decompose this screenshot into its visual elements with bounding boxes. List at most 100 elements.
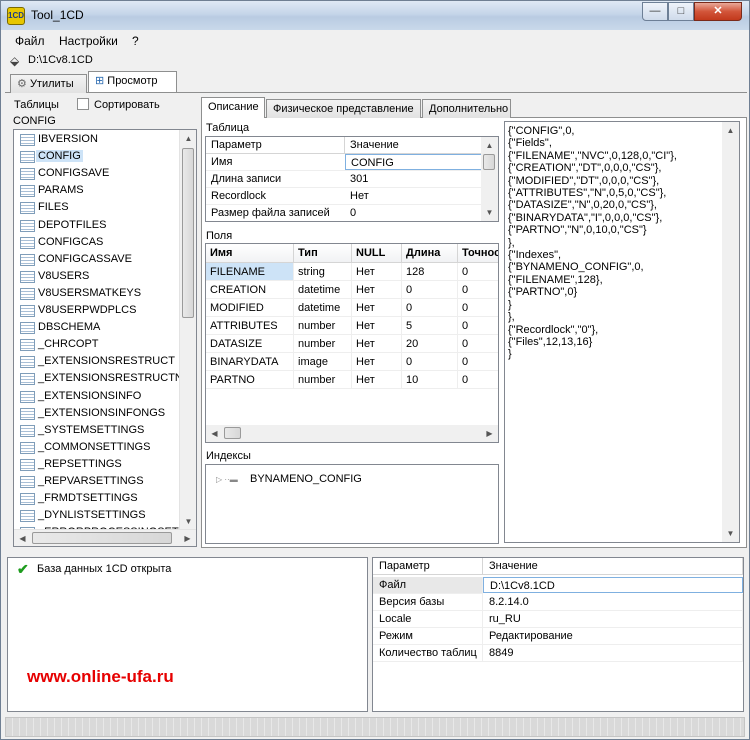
description-vertical-scrollbar[interactable]: ▲ ▼ xyxy=(722,122,739,542)
table-row[interactable]: Количество таблиц 8849 xyxy=(373,645,743,662)
table-list-item[interactable]: _FRMDTSETTINGS xyxy=(19,490,181,507)
fields-grid[interactable]: Имя Тип NULL Длина Точнос FILENAME string… xyxy=(205,243,499,443)
value-cell[interactable]: Нет xyxy=(345,188,482,205)
index-item[interactable]: BYNAMENO_CONFIG xyxy=(250,473,362,485)
tables-vscroll-thumb[interactable] xyxy=(182,148,194,318)
tables-vertical-scrollbar[interactable]: ▲ ▼ xyxy=(179,130,196,530)
tables-list[interactable]: IBVERSION CONFIG CONFIGSAVE PARAMS FILES DEPO… xyxy=(13,129,197,547)
table-list-item[interactable]: IBVERSION xyxy=(19,131,181,148)
scroll-up-icon[interactable]: ▲ xyxy=(481,137,498,154)
table-list-item[interactable]: _EXTENSIONSINFO xyxy=(19,388,181,405)
table-row[interactable]: Длина записи 301 xyxy=(206,171,482,188)
table-row[interactable]: ATTRIBUTES number Нет 5 0 xyxy=(206,317,498,335)
props-vscroll-thumb[interactable] xyxy=(483,154,495,170)
scroll-right-icon[interactable]: ▶ xyxy=(179,530,196,546)
table-row[interactable]: DATASIZE number Нет 20 0 xyxy=(206,335,498,353)
info-value-cell[interactable]: D:\1Cv8.1CD xyxy=(483,577,743,593)
value-cell[interactable]: 301 xyxy=(345,171,482,188)
table-list-item[interactable]: CONFIGCASSAVE xyxy=(19,251,181,268)
table-row[interactable]: CREATION datetime Нет 0 0 xyxy=(206,281,498,299)
tables-hscroll-thumb[interactable] xyxy=(32,532,172,544)
scroll-down-icon[interactable]: ▼ xyxy=(180,513,196,530)
maximize-button[interactable]: □ xyxy=(668,2,694,21)
info-value-cell[interactable]: 8.2.14.0 xyxy=(483,594,743,611)
table-row[interactable]: Recordlock Нет xyxy=(206,188,482,205)
table-list-item[interactable]: _COMMONSETTINGS xyxy=(19,439,181,456)
fields-header-length[interactable]: Длина xyxy=(402,244,458,263)
scroll-left-icon[interactable]: ◀ xyxy=(14,530,31,546)
table-list-item[interactable]: _REPSETTINGS xyxy=(19,456,181,473)
value-cell[interactable]: CONFIG xyxy=(345,154,482,170)
field-null-cell: Нет xyxy=(352,299,402,317)
table-row[interactable]: Размер файла записей 0 xyxy=(206,205,482,221)
fields-header-null[interactable]: NULL xyxy=(352,244,402,263)
table-row[interactable]: Имя CONFIG xyxy=(206,154,482,171)
table-list-item[interactable]: _EXTENSIONSRESTRUCTN xyxy=(19,370,183,387)
tab-description[interactable]: Описание xyxy=(201,97,265,118)
table-row[interactable]: Версия базы 8.2.14.0 xyxy=(373,594,743,611)
table-row[interactable]: Режим Редактирование xyxy=(373,628,743,645)
tab-physical[interactable]: Физическое представление xyxy=(266,99,421,118)
info-value-cell[interactable]: 8849 xyxy=(483,645,743,662)
table-list-item[interactable]: _DYNLISTSETTINGS xyxy=(19,507,181,524)
table-list-item[interactable]: _SYSTEMSETTINGS xyxy=(19,422,181,439)
scroll-down-icon[interactable]: ▼ xyxy=(481,204,498,221)
tab-extra[interactable]: Дополнительно xyxy=(422,99,511,118)
table-list-item[interactable]: V8USERSMATKEYS xyxy=(19,285,181,302)
table-list-item[interactable]: DEPOTFILES xyxy=(19,217,181,234)
table-list-item[interactable]: CONFIG xyxy=(19,148,181,165)
database-info-grid[interactable]: Параметр Значение Файл D:\1Cv8.1CD Версия … xyxy=(372,557,744,712)
table-list-item[interactable]: _EXTENSIONSINFONGS xyxy=(19,405,181,422)
sort-label[interactable]: Сортировать xyxy=(94,99,160,111)
menu-file[interactable]: Файл xyxy=(15,34,45,48)
fields-header-name[interactable]: Имя xyxy=(206,244,294,263)
table-list-item[interactable]: _CHRCOPT xyxy=(19,336,181,353)
props-vertical-scrollbar[interactable]: ▲ ▼ xyxy=(481,137,498,221)
table-row[interactable]: PARTNO number Нет 10 0 xyxy=(206,371,498,389)
table-row[interactable]: MODIFIED datetime Нет 0 0 xyxy=(206,299,498,317)
table-row[interactable]: Locale ru_RU xyxy=(373,611,743,628)
close-button[interactable]: ✕ xyxy=(694,2,742,21)
sort-checkbox[interactable] xyxy=(77,98,89,110)
table-list-item[interactable]: CONFIGSAVE xyxy=(19,165,181,182)
scroll-up-icon[interactable]: ▲ xyxy=(180,130,196,147)
table-list-item[interactable]: CONFIGCAS xyxy=(19,234,181,251)
table-list-item[interactable]: FILES xyxy=(19,199,181,216)
scroll-right-icon[interactable]: ▶ xyxy=(481,425,498,442)
table-icon xyxy=(20,476,35,488)
description-text-view[interactable]: {"CONFIG",0, {"Fields", {"FILENAME","NVC… xyxy=(504,121,740,543)
table-list-item[interactable]: _EXTENSIONSRESTRUCT xyxy=(19,353,181,370)
indexes-tree[interactable]: ▷ ··▬ BYNAMENO_CONFIG xyxy=(205,464,499,544)
scroll-down-icon[interactable]: ▼ xyxy=(722,525,739,542)
minimize-button[interactable]: — xyxy=(642,2,668,21)
scroll-up-icon[interactable]: ▲ xyxy=(722,122,739,139)
fields-horizontal-scrollbar[interactable]: ◀ ▶ xyxy=(206,425,498,442)
fields-hscroll-thumb[interactable] xyxy=(224,427,241,439)
database-file-icon: ⬙ xyxy=(10,54,20,68)
table-list-item[interactable]: _REPVARSETTINGS xyxy=(19,473,181,490)
table-list-item[interactable]: DBSCHEMA xyxy=(19,319,181,336)
table-name: _SYSTEMSETTINGS xyxy=(38,423,145,436)
param-cell: Recordlock xyxy=(211,190,267,202)
table-properties-grid[interactable]: Параметр Значение Имя CONFIG Длина записи 3… xyxy=(205,136,499,222)
table-row[interactable]: BINARYDATA image Нет 0 0 xyxy=(206,353,498,371)
tab-utilities[interactable]: ⚙ Утилиты xyxy=(10,74,87,93)
table-row[interactable]: FILENAME string Нет 128 0 xyxy=(206,263,498,281)
tab-view[interactable]: ⊞ Просмотр xyxy=(88,71,177,92)
table-list-item[interactable]: V8USERPWDPLCS xyxy=(19,302,181,319)
table-list-item[interactable]: V8USERS xyxy=(19,268,181,285)
table-list-item[interactable]: PARAMS xyxy=(19,182,181,199)
title-bar[interactable]: 1CD Tool_1CD — □ ✕ xyxy=(1,1,749,30)
menu-help[interactable]: ? xyxy=(132,34,139,48)
menu-settings[interactable]: Настройки xyxy=(59,34,118,48)
info-value-cell[interactable]: Редактирование xyxy=(483,628,743,645)
value-cell[interactable]: 0 xyxy=(345,205,482,221)
scroll-left-icon[interactable]: ◀ xyxy=(206,425,223,442)
table-icon xyxy=(20,407,35,420)
table-row[interactable]: Файл D:\1Cv8.1CD xyxy=(373,577,743,594)
info-value-cell[interactable]: ru_RU xyxy=(483,611,743,628)
fields-header-type[interactable]: Тип xyxy=(294,244,352,263)
fields-header-precision[interactable]: Точнос xyxy=(458,244,498,263)
tables-horizontal-scrollbar[interactable]: ◀ ▶ xyxy=(14,529,196,546)
expand-arrow-icon[interactable]: ▷ ··▬ xyxy=(216,475,238,484)
